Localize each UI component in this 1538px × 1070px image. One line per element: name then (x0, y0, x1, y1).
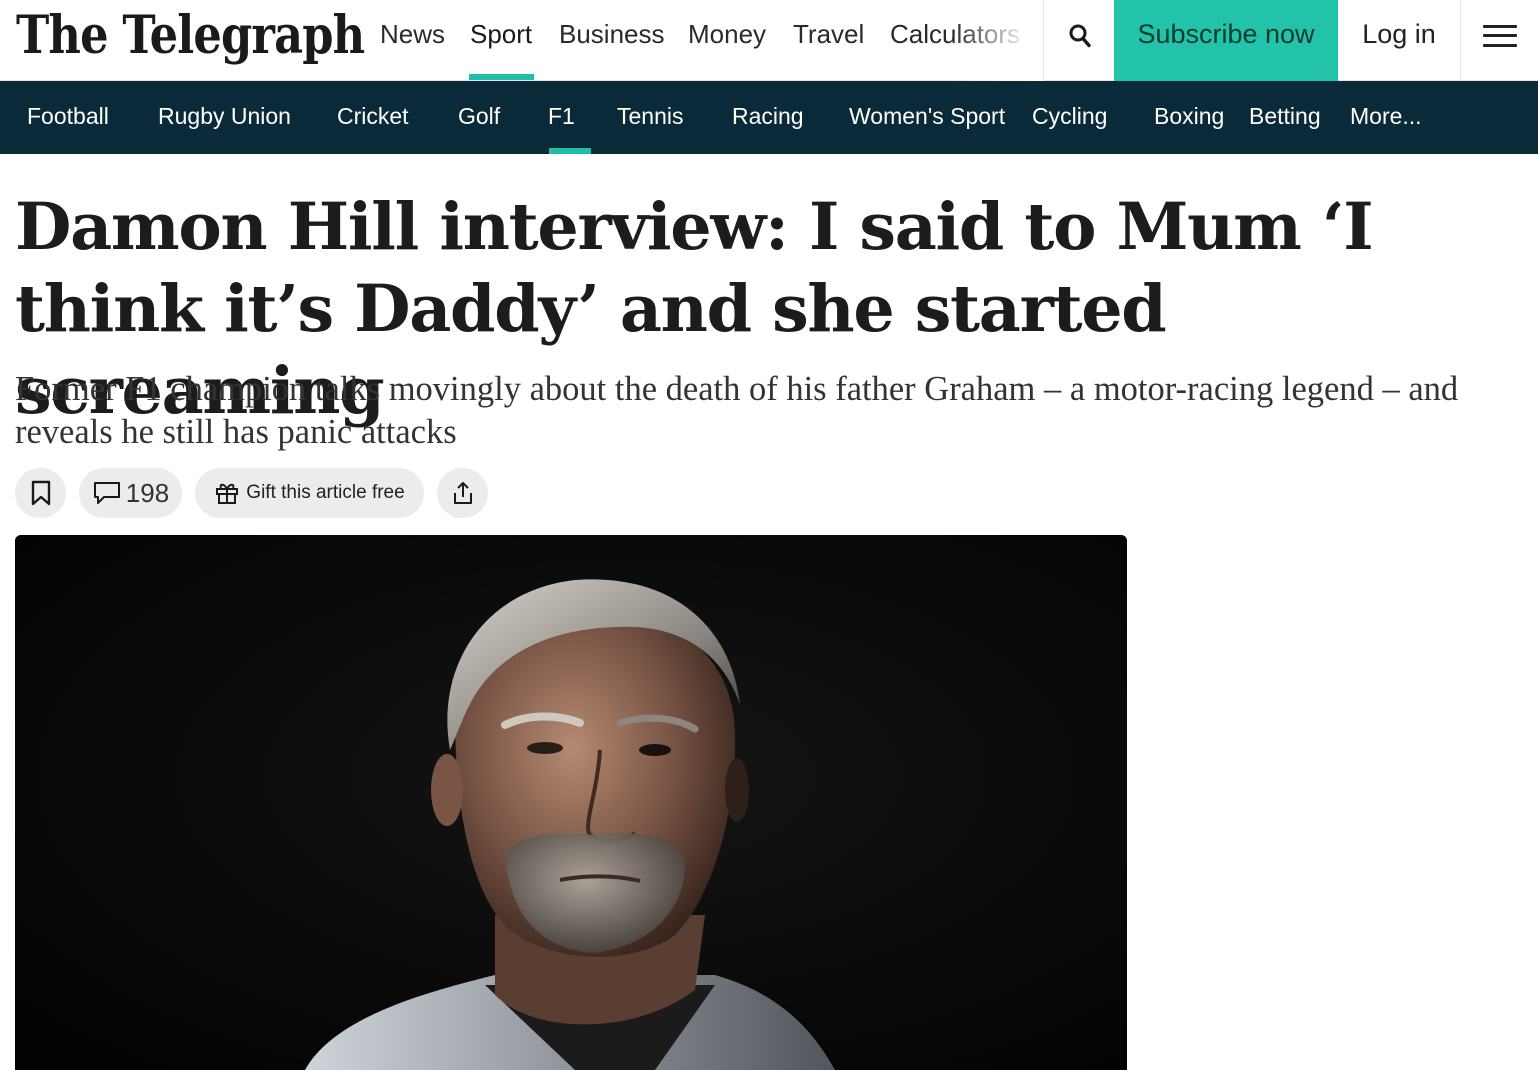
subnav-item-womens-sport[interactable]: Women's Sport (849, 81, 1005, 154)
gift-icon (216, 483, 239, 504)
login-button[interactable]: Log in (1338, 0, 1461, 81)
share-button[interactable] (437, 468, 488, 518)
subnav-item-more[interactable]: More... (1350, 81, 1422, 154)
menu-button[interactable] (1461, 0, 1538, 81)
subnav-item-football[interactable]: Football (27, 81, 109, 154)
nav-item-money[interactable]: Money (688, 0, 766, 81)
search-button[interactable] (1043, 0, 1115, 81)
subnav-item-f1[interactable]: F1 (548, 81, 575, 154)
search-icon (1069, 24, 1091, 47)
active-nav-indicator (469, 74, 534, 80)
portrait-illustration (15, 535, 1127, 1070)
comment-icon (93, 482, 120, 504)
bookmark-icon (31, 480, 50, 506)
telegraph-logo[interactable]: The Telegraph (16, 4, 365, 74)
nav-item-calculators[interactable]: Calculators (890, 0, 1020, 81)
gift-label: Gift this article free (246, 482, 405, 503)
subnav-item-cricket[interactable]: Cricket (337, 81, 409, 154)
subnav-item-boxing[interactable]: Boxing (1154, 81, 1224, 154)
subnav-item-golf[interactable]: Golf (458, 81, 500, 154)
comments-button[interactable]: 198 (79, 468, 182, 518)
nav-item-sport[interactable]: Sport (470, 0, 532, 81)
sport-subnav: Football Rugby Union Cricket Golf F1 Ten… (0, 81, 1538, 154)
share-icon (453, 482, 472, 504)
gift-article-button[interactable]: Gift this article free (195, 468, 424, 518)
subnav-item-tennis[interactable]: Tennis (617, 81, 683, 154)
subnav-item-racing[interactable]: Racing (732, 81, 804, 154)
nav-item-travel[interactable]: Travel (793, 0, 864, 81)
subnav-item-cycling[interactable]: Cycling (1032, 81, 1107, 154)
nav-item-business[interactable]: Business (559, 0, 665, 81)
nav-item-news[interactable]: News (380, 0, 445, 81)
subnav-item-rugby-union[interactable]: Rugby Union (158, 81, 291, 154)
subscribe-button[interactable]: Subscribe now (1114, 0, 1338, 81)
hamburger-menu-icon (1482, 24, 1517, 47)
comment-count: 198 (125, 477, 170, 508)
site-header: The Telegraph News Sport Business Money … (0, 0, 1538, 81)
article-standfirst: Former F1 champion talks movingly about … (15, 370, 1459, 451)
active-subnav-indicator (549, 148, 591, 154)
primary-nav: News Sport Business Money Travel Calcula… (368, 0, 1043, 81)
bookmark-button[interactable] (15, 468, 66, 518)
subnav-item-betting[interactable]: Betting (1249, 81, 1321, 154)
hero-image[interactable] (15, 535, 1127, 1070)
